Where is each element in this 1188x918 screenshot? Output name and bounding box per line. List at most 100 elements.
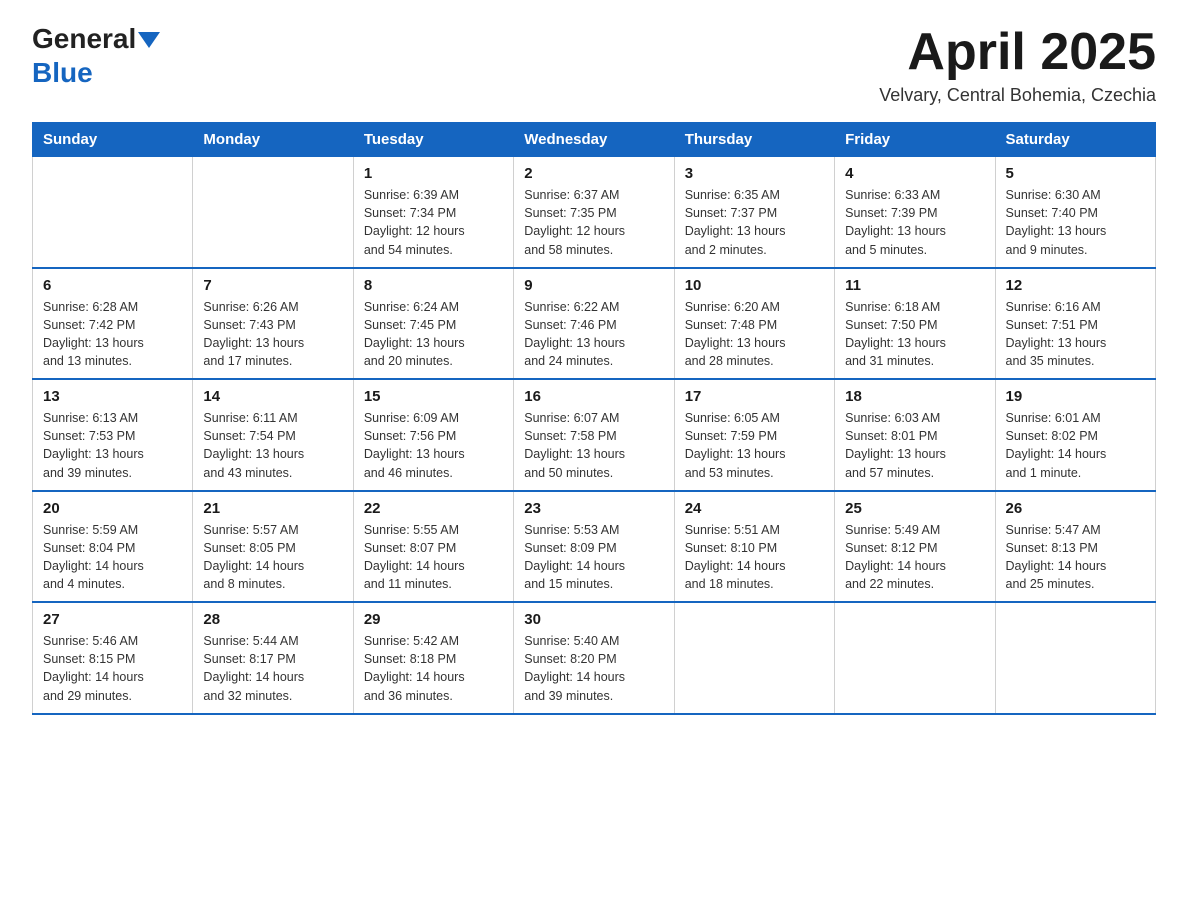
day-info: Sunrise: 6:18 AM Sunset: 7:50 PM Dayligh… [845,298,984,371]
day-number: 26 [1006,500,1145,517]
day-info: Sunrise: 5:47 AM Sunset: 8:13 PM Dayligh… [1006,521,1145,594]
day-info: Sunrise: 6:09 AM Sunset: 7:56 PM Dayligh… [364,409,503,482]
day-number: 4 [845,165,984,182]
day-info: Sunrise: 6:24 AM Sunset: 7:45 PM Dayligh… [364,298,503,371]
day-number: 1 [364,165,503,182]
calendar-cell: 14Sunrise: 6:11 AM Sunset: 7:54 PM Dayli… [193,379,353,491]
calendar-cell: 16 Sunrise: 6:07 AM Sunset: 7:58 PM Dayli… [514,379,674,491]
day-number: 29 [364,611,503,628]
day-number: 2 [524,165,663,182]
day-number: 17 [685,388,824,405]
day-number: 14 [203,388,342,405]
calendar-cell: 30 Sunrise: 5:40 AM Sunset: 8:20 PM Dayli… [514,602,674,714]
day-number: 12 [1006,277,1145,294]
calendar-cell: 19 Sunrise: 6:01 AM Sunset: 8:02 PM Dayli… [995,379,1155,491]
calendar-week-row: 13 Sunrise: 6:13 AM Sunset: 7:53 PM Dayli… [33,379,1156,491]
day-info: Sunrise: 6:35 AM Sunset: 7:37 PM Dayligh… [685,186,824,259]
calendar-cell: 6Sunrise: 6:28 AM Sunset: 7:42 PM Daylig… [33,268,193,380]
day-number: 19 [1006,388,1145,405]
day-info: Sunrise: 5:46 AM Sunset: 8:15 PM Dayligh… [43,632,182,705]
calendar-cell: 20Sunrise: 5:59 AM Sunset: 8:04 PM Dayli… [33,491,193,603]
day-number: 15 [364,388,503,405]
calendar-cell [995,602,1155,714]
calendar-cell: 13 Sunrise: 6:13 AM Sunset: 7:53 PM Dayli… [33,379,193,491]
calendar-cell: 22 Sunrise: 5:55 AM Sunset: 8:07 PM Dayli… [353,491,513,603]
day-number: 22 [364,500,503,517]
day-info: Sunrise: 5:55 AM Sunset: 8:07 PM Dayligh… [364,521,503,594]
day-number: 8 [364,277,503,294]
weekday-header-wednesday: Wednesday [514,123,674,157]
weekday-header-monday: Monday [193,123,353,157]
logo-general-text: General [32,24,136,55]
day-number: 5 [1006,165,1145,182]
day-number: 16 [524,388,663,405]
day-number: 9 [524,277,663,294]
calendar-header: SundayMondayTuesdayWednesdayThursdayFrid… [33,123,1156,157]
calendar-cell: 26 Sunrise: 5:47 AM Sunset: 8:13 PM Dayli… [995,491,1155,603]
weekday-header-row: SundayMondayTuesdayWednesdayThursdayFrid… [33,123,1156,157]
calendar-cell: 29 Sunrise: 5:42 AM Sunset: 8:18 PM Dayli… [353,602,513,714]
day-number: 7 [203,277,342,294]
calendar-cell: 23 Sunrise: 5:53 AM Sunset: 8:09 PM Dayli… [514,491,674,603]
day-number: 24 [685,500,824,517]
calendar-cell: 24 Sunrise: 5:51 AM Sunset: 8:10 PM Dayli… [674,491,834,603]
calendar-body: 1 Sunrise: 6:39 AM Sunset: 7:34 PM Daylig… [33,157,1156,714]
day-number: 3 [685,165,824,182]
day-number: 28 [203,611,342,628]
calendar-cell: 15 Sunrise: 6:09 AM Sunset: 7:56 PM Dayli… [353,379,513,491]
day-info: Sunrise: 5:49 AM Sunset: 8:12 PM Dayligh… [845,521,984,594]
calendar-cell: 21Sunrise: 5:57 AM Sunset: 8:05 PM Dayli… [193,491,353,603]
calendar-week-row: 6Sunrise: 6:28 AM Sunset: 7:42 PM Daylig… [33,268,1156,380]
calendar-week-row: 20Sunrise: 5:59 AM Sunset: 8:04 PM Dayli… [33,491,1156,603]
day-info: Sunrise: 5:53 AM Sunset: 8:09 PM Dayligh… [524,521,663,594]
calendar-cell: 11 Sunrise: 6:18 AM Sunset: 7:50 PM Dayli… [835,268,995,380]
day-info: Sunrise: 5:40 AM Sunset: 8:20 PM Dayligh… [524,632,663,705]
logo-blue-text: Blue [32,57,93,88]
calendar-cell: 12 Sunrise: 6:16 AM Sunset: 7:51 PM Dayli… [995,268,1155,380]
day-number: 25 [845,500,984,517]
calendar-cell: 27Sunrise: 5:46 AM Sunset: 8:15 PM Dayli… [33,602,193,714]
day-info: Sunrise: 6:05 AM Sunset: 7:59 PM Dayligh… [685,409,824,482]
location-subtitle: Velvary, Central Bohemia, Czechia [879,85,1156,106]
day-info: Sunrise: 6:22 AM Sunset: 7:46 PM Dayligh… [524,298,663,371]
logo-triangle-icon [138,32,160,48]
weekday-header-sunday: Sunday [33,123,193,157]
calendar-cell [33,157,193,268]
weekday-header-saturday: Saturday [995,123,1155,157]
day-number: 11 [845,277,984,294]
calendar-week-row: 1 Sunrise: 6:39 AM Sunset: 7:34 PM Daylig… [33,157,1156,268]
day-info: Sunrise: 6:13 AM Sunset: 7:53 PM Dayligh… [43,409,182,482]
day-info: Sunrise: 5:51 AM Sunset: 8:10 PM Dayligh… [685,521,824,594]
day-info: Sunrise: 6:01 AM Sunset: 8:02 PM Dayligh… [1006,409,1145,482]
day-number: 18 [845,388,984,405]
day-info: Sunrise: 6:30 AM Sunset: 7:40 PM Dayligh… [1006,186,1145,259]
title-area: April 2025 Velvary, Central Bohemia, Cze… [879,24,1156,106]
day-info: Sunrise: 6:26 AM Sunset: 7:43 PM Dayligh… [203,298,342,371]
day-info: Sunrise: 5:44 AM Sunset: 8:17 PM Dayligh… [203,632,342,705]
day-info: Sunrise: 6:28 AM Sunset: 7:42 PM Dayligh… [43,298,182,371]
day-info: Sunrise: 6:16 AM Sunset: 7:51 PM Dayligh… [1006,298,1145,371]
calendar-cell: 9 Sunrise: 6:22 AM Sunset: 7:46 PM Daylig… [514,268,674,380]
day-info: Sunrise: 6:39 AM Sunset: 7:34 PM Dayligh… [364,186,503,259]
day-info: Sunrise: 5:59 AM Sunset: 8:04 PM Dayligh… [43,521,182,594]
calendar-cell: 17 Sunrise: 6:05 AM Sunset: 7:59 PM Dayli… [674,379,834,491]
day-info: Sunrise: 6:37 AM Sunset: 7:35 PM Dayligh… [524,186,663,259]
calendar-cell: 2 Sunrise: 6:37 AM Sunset: 7:35 PM Daylig… [514,157,674,268]
calendar-cell: 18 Sunrise: 6:03 AM Sunset: 8:01 PM Dayli… [835,379,995,491]
weekday-header-friday: Friday [835,123,995,157]
calendar-cell: 5 Sunrise: 6:30 AM Sunset: 7:40 PM Daylig… [995,157,1155,268]
page-header: General Blue April 2025 Velvary, Central… [32,24,1156,106]
day-info: Sunrise: 5:42 AM Sunset: 8:18 PM Dayligh… [364,632,503,705]
day-number: 23 [524,500,663,517]
calendar-cell [835,602,995,714]
calendar-cell: 3 Sunrise: 6:35 AM Sunset: 7:37 PM Daylig… [674,157,834,268]
day-info: Sunrise: 6:07 AM Sunset: 7:58 PM Dayligh… [524,409,663,482]
day-info: Sunrise: 6:03 AM Sunset: 8:01 PM Dayligh… [845,409,984,482]
day-number: 30 [524,611,663,628]
day-info: Sunrise: 5:57 AM Sunset: 8:05 PM Dayligh… [203,521,342,594]
day-number: 10 [685,277,824,294]
calendar-cell: 28 Sunrise: 5:44 AM Sunset: 8:17 PM Dayli… [193,602,353,714]
calendar-table: SundayMondayTuesdayWednesdayThursdayFrid… [32,122,1156,715]
calendar-cell [674,602,834,714]
day-number: 13 [43,388,182,405]
